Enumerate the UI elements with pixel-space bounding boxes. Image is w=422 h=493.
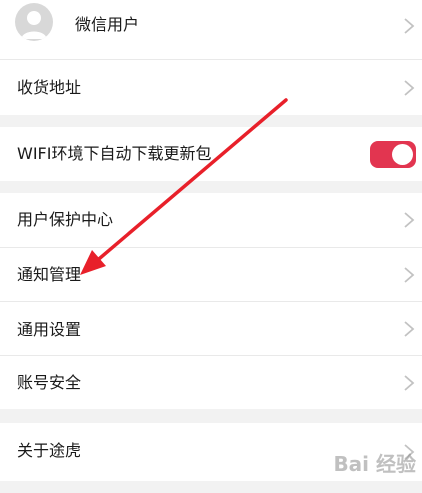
- wifi-auto-update-row: WIFI环境下自动下载更新包: [0, 127, 422, 181]
- chevron-right-icon: [404, 375, 415, 391]
- settings-group: 用户保护中心 通知管理 通用设置 账号安全: [0, 193, 422, 409]
- profile-username: 微信用户: [75, 15, 140, 34]
- user-silhouette-icon: [21, 11, 47, 39]
- chevron-right-icon: [404, 18, 415, 34]
- chevron-right-icon: [404, 321, 415, 337]
- account-security-label: 账号安全: [17, 373, 82, 392]
- user-protection-row[interactable]: 用户保护中心: [0, 193, 422, 247]
- watermark: Bai 经验: [333, 452, 416, 476]
- wifi-auto-update-toggle[interactable]: [370, 141, 416, 168]
- about-label: 关于途虎: [17, 441, 82, 460]
- toggle-knob: [392, 144, 413, 165]
- chevron-right-icon: [404, 212, 415, 228]
- wifi-auto-update-label: WIFI环境下自动下载更新包: [17, 144, 212, 163]
- general-settings-row[interactable]: 通用设置: [0, 302, 422, 355]
- account-group: 微信用户 收货地址: [0, 0, 422, 115]
- notification-management-label: 通知管理: [17, 265, 82, 284]
- address-label: 收货地址: [17, 78, 82, 97]
- notification-management-row[interactable]: 通知管理: [0, 248, 422, 301]
- avatar: [15, 3, 53, 41]
- user-protection-label: 用户保护中心: [17, 210, 114, 229]
- download-group: WIFI环境下自动下载更新包: [0, 127, 422, 181]
- account-security-row[interactable]: 账号安全: [0, 356, 422, 409]
- chevron-right-icon: [404, 80, 415, 96]
- profile-row[interactable]: 微信用户: [0, 0, 422, 59]
- chevron-right-icon: [404, 267, 415, 283]
- address-row[interactable]: 收货地址: [0, 60, 422, 115]
- general-settings-label: 通用设置: [17, 320, 82, 339]
